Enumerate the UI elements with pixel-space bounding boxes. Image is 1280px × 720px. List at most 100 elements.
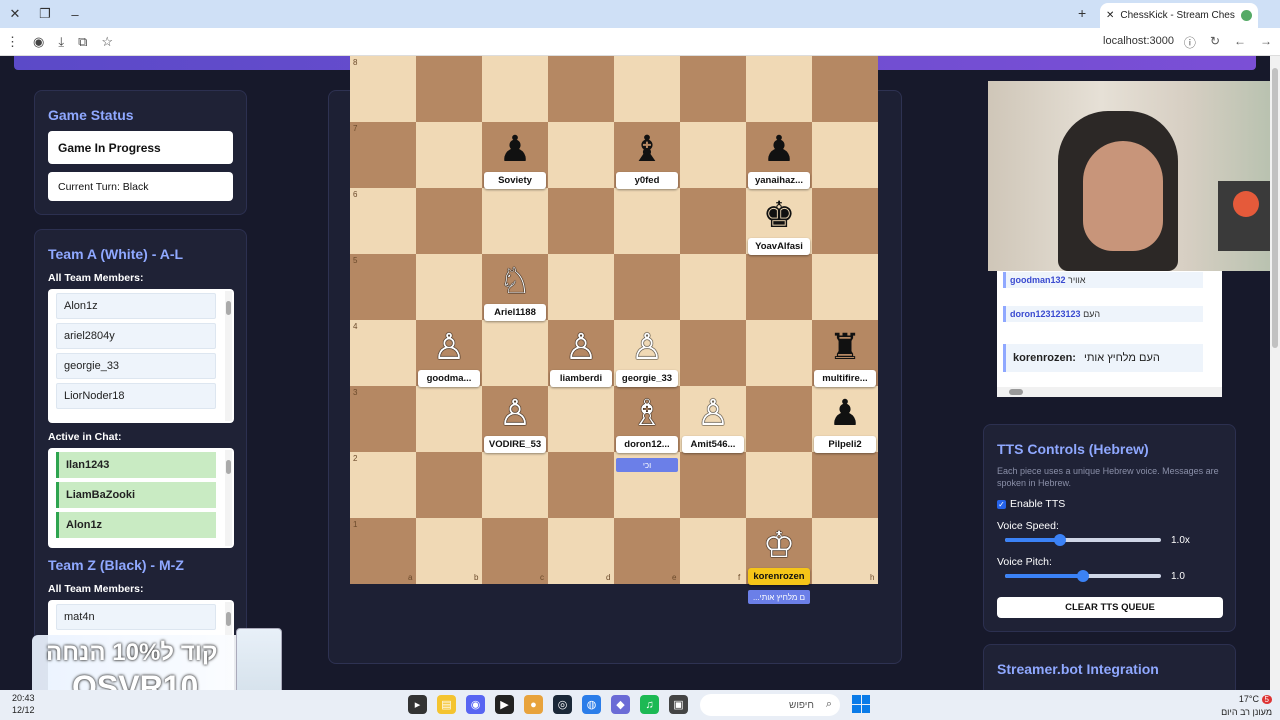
board-square-a5[interactable] [350, 254, 416, 320]
chess-piece-h4[interactable]: ♜ [812, 328, 878, 368]
board-square-b1[interactable] [416, 518, 482, 584]
board-square-h1[interactable] [812, 518, 878, 584]
chess-piece-d4[interactable]: ♙ [548, 328, 614, 368]
enable-tts-checkbox[interactable]: ✓ [997, 499, 1006, 509]
chess-piece-g6[interactable]: ♚ [746, 196, 812, 236]
board-square-c1[interactable] [482, 518, 548, 584]
chess-piece-e3[interactable]: ♗ [614, 394, 680, 434]
restore-window-icon[interactable]: ❐ [30, 0, 60, 28]
board-square-g3[interactable] [746, 386, 812, 452]
close-window-icon[interactable]: ✕ [0, 0, 30, 28]
board-square-b5[interactable] [416, 254, 482, 320]
board-square-e8[interactable] [614, 56, 680, 122]
board-square-b3[interactable] [416, 386, 482, 452]
board-square-b8[interactable] [416, 56, 482, 122]
board-square-c6[interactable] [482, 188, 548, 254]
chess-piece-e7[interactable]: ♝ [614, 130, 680, 170]
board-square-c8[interactable] [482, 56, 548, 122]
board-square-d1[interactable] [548, 518, 614, 584]
discord-app-icon[interactable]: ◉ [466, 695, 485, 714]
board-square-h5[interactable] [812, 254, 878, 320]
back-icon[interactable]: ← [1234, 34, 1246, 51]
menu-icon[interactable]: ⋮ [6, 34, 19, 50]
board-square-f6[interactable] [680, 188, 746, 254]
taskbar-clock[interactable]: 20:43 12/12 [12, 692, 35, 716]
bookmark-star-icon[interactable]: ☆ [101, 34, 113, 50]
terminal-app-icon[interactable]: ▸ [408, 695, 427, 714]
board-square-f1[interactable] [680, 518, 746, 584]
reload-icon[interactable]: ↻ [1210, 34, 1220, 51]
voice-speed-knob[interactable] [1053, 534, 1066, 546]
url-field[interactable]: localhost:3000 [1103, 35, 1174, 47]
board-square-f4[interactable] [680, 320, 746, 386]
chess-piece-e4[interactable]: ♙ [614, 328, 680, 368]
weather-widget[interactable]: 17°C 5 מעונן רב היום [1221, 693, 1272, 718]
chess-piece-c5[interactable]: ♘ [482, 262, 548, 302]
board-square-b7[interactable] [416, 122, 482, 188]
members-scrollbar[interactable] [225, 291, 232, 421]
board-square-a6[interactable] [350, 188, 416, 254]
chess-board[interactable]: 87654321abcdefgh♟Soviety♝y0fed♟yanaihaz.… [350, 56, 880, 642]
board-square-g5[interactable] [746, 254, 812, 320]
team-a-active-list[interactable]: Ilan1243 LiamBaZooki Alon1z [48, 448, 234, 548]
chess-piece-h3[interactable]: ♟ [812, 394, 878, 434]
new-tab-icon[interactable]: + [1078, 5, 1086, 21]
board-square-f8[interactable] [680, 56, 746, 122]
board-square-a2[interactable] [350, 452, 416, 518]
site-info-icon[interactable]: ⓘ [1184, 34, 1196, 51]
board-square-d8[interactable] [548, 56, 614, 122]
chess-piece-g1[interactable]: ♔ [746, 526, 812, 566]
spotify-app-icon[interactable]: ♫ [640, 695, 659, 714]
minimize-window-icon[interactable]: – [60, 0, 90, 28]
board-square-d2[interactable] [548, 452, 614, 518]
board-square-f2[interactable] [680, 452, 746, 518]
tab-close-icon[interactable]: ✕ [1106, 10, 1114, 21]
board-square-h6[interactable] [812, 188, 878, 254]
board-square-h2[interactable] [812, 452, 878, 518]
chess-piece-b4[interactable]: ♙ [416, 328, 482, 368]
board-square-d6[interactable] [548, 188, 614, 254]
page-scrollbar[interactable] [1270, 56, 1280, 690]
board-square-d5[interactable] [548, 254, 614, 320]
voice-pitch-slider[interactable] [1005, 570, 1161, 582]
team-a-members-list[interactable]: Alon1z ariel2804y georgie_33 LiorNoder18 [48, 289, 234, 423]
taskbar-search[interactable]: חיפוש ⌕ [700, 694, 840, 716]
board-square-g4[interactable] [746, 320, 812, 386]
app-icon[interactable]: ◆ [611, 695, 630, 714]
chess-piece-f3[interactable]: ♙ [680, 394, 746, 434]
board-square-e1[interactable] [614, 518, 680, 584]
clear-tts-queue-button[interactable]: CLEAR TTS QUEUE [997, 597, 1223, 618]
board-square-g2[interactable] [746, 452, 812, 518]
board-square-a8[interactable] [350, 56, 416, 122]
browser-app-icon[interactable]: ◍ [582, 695, 601, 714]
app-icon[interactable]: ▣ [669, 695, 688, 714]
board-square-c4[interactable] [482, 320, 548, 386]
chat-h-scrollbar[interactable] [997, 387, 1222, 397]
board-square-d3[interactable] [548, 386, 614, 452]
voice-speed-slider[interactable] [1005, 534, 1161, 546]
chess-piece-g7[interactable]: ♟ [746, 130, 812, 170]
board-square-b2[interactable] [416, 452, 482, 518]
board-square-a4[interactable] [350, 320, 416, 386]
chess-piece-c7[interactable]: ♟ [482, 130, 548, 170]
board-square-h7[interactable] [812, 122, 878, 188]
browser-tab[interactable]: ✕ ChessKick - Stream Chess G [1100, 3, 1258, 28]
board-square-a1[interactable] [350, 518, 416, 584]
app-icon[interactable]: ● [524, 695, 543, 714]
board-square-a7[interactable] [350, 122, 416, 188]
board-square-a3[interactable] [350, 386, 416, 452]
download-icon[interactable]: ⤓ [58, 34, 64, 50]
board-square-c2[interactable] [482, 452, 548, 518]
board-square-e6[interactable] [614, 188, 680, 254]
board-square-h8[interactable] [812, 56, 878, 122]
board-square-g8[interactable] [746, 56, 812, 122]
board-square-f7[interactable] [680, 122, 746, 188]
media-app-icon[interactable]: ▶ [495, 695, 514, 714]
extensions-icon[interactable]: ⧉ [78, 34, 87, 50]
board-square-d7[interactable] [548, 122, 614, 188]
windows-start-icon[interactable] [852, 695, 870, 713]
profile-icon[interactable]: ◉ [33, 34, 44, 50]
board-square-b6[interactable] [416, 188, 482, 254]
forward-icon[interactable]: → [1260, 34, 1272, 51]
board-square-e5[interactable] [614, 254, 680, 320]
